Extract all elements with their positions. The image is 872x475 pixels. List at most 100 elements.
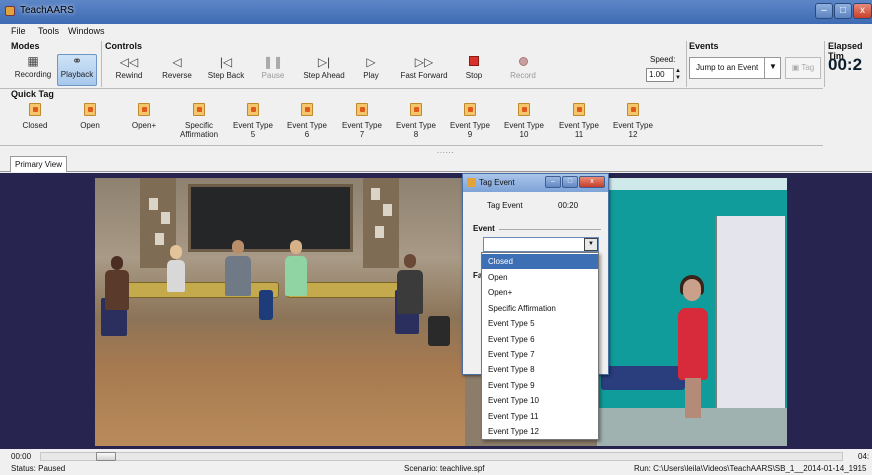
ceiling-lights — [597, 178, 787, 190]
tab-primary-view[interactable]: Primary View — [10, 156, 67, 172]
dropdown-option[interactable]: Event Type 5 — [482, 316, 598, 331]
tag-icon — [247, 103, 259, 116]
minimize-button[interactable]: – — [815, 3, 833, 19]
wall-note — [149, 198, 158, 210]
tag-event-time: 00:20 — [558, 201, 579, 210]
quick-tag-event-type-8[interactable]: Event Type 8 — [392, 103, 440, 139]
step-ahead-button[interactable]: ▷| Step Ahead — [297, 56, 351, 81]
dropdown-option[interactable]: Event Type 7 — [482, 347, 598, 362]
chalkboard — [188, 184, 353, 252]
play-button[interactable]: ▷ Play — [357, 56, 385, 81]
play-label: Play — [363, 71, 379, 80]
fast-forward-button[interactable]: ▷▷ Fast Forward — [395, 56, 453, 81]
tag-icon — [518, 103, 530, 116]
elapsed-time: 00:2 — [828, 55, 863, 74]
dropdown-option[interactable]: Event Type 12 — [482, 424, 598, 439]
jump-to-event-value: Jump to an Event — [696, 63, 759, 72]
toolbar-divider — [0, 88, 823, 89]
quick-tag-event-type-12[interactable]: Event Type 12 — [609, 103, 657, 139]
dropdown-option[interactable]: Event Type 8 — [482, 362, 598, 377]
quick-tag-event-type-5[interactable]: Event Type 5 — [229, 103, 277, 139]
student — [285, 256, 307, 296]
tag-icon — [29, 103, 41, 116]
tag-icon — [138, 103, 150, 116]
reverse-icon: ◁ — [172, 55, 182, 69]
dialog-title-bar: Tag Event – □ x — [463, 174, 608, 192]
divider — [101, 41, 102, 87]
recorded-video-view — [597, 178, 787, 446]
dropdown-option[interactable]: Event Type 9 — [482, 378, 598, 393]
backpack — [428, 316, 450, 346]
quick-tag-open[interactable]: Open — [66, 103, 114, 130]
tag-icon — [410, 103, 422, 116]
quick-tag-event-type-7[interactable]: Event Type 7 — [338, 103, 386, 139]
student — [397, 270, 423, 314]
rewind-button[interactable]: ◁◁ Rewind — [110, 56, 148, 81]
classroom-table — [123, 282, 279, 298]
dropdown-option[interactable]: Open+ — [482, 285, 598, 300]
events-label: Events — [689, 41, 719, 51]
dialog-close-button[interactable]: x — [579, 176, 605, 188]
dialog-minimize-button[interactable]: – — [545, 176, 561, 188]
event-combobox[interactable] — [483, 237, 599, 252]
timeline-scrubber[interactable] — [96, 452, 116, 461]
stop-button[interactable]: Stop — [460, 56, 488, 80]
dialog-title: Tag Event — [479, 178, 515, 187]
quick-tag-label-line1: Event Type — [613, 121, 653, 130]
timeline-start-time: 00:00 — [11, 452, 32, 461]
fast-forward-label: Fast Forward — [400, 71, 448, 80]
app-icon — [467, 178, 476, 187]
quick-tag-event-type-6[interactable]: Event Type 6 — [283, 103, 331, 139]
dropdown-option[interactable]: Specific Affirmation — [482, 301, 598, 316]
quick-tag-closed[interactable]: Closed — [11, 103, 59, 130]
quick-tag-label-line2: 7 — [359, 130, 365, 139]
backpack — [259, 290, 273, 320]
chevron-down-icon[interactable]: ▼ — [764, 57, 781, 79]
dropdown-option[interactable]: Event Type 10 — [482, 393, 598, 408]
record-button[interactable]: Record — [505, 56, 541, 80]
chairs — [601, 366, 685, 390]
dropdown-option[interactable]: Open — [482, 270, 598, 285]
classroom-simulation-view — [95, 178, 465, 446]
dropdown-option[interactable]: Closed — [482, 254, 598, 269]
recording-mode-button[interactable]: ▦ Recording — [11, 55, 55, 85]
tag-button[interactable]: ▣ Tag — [785, 57, 821, 79]
quick-tag-label-line1: Open — [80, 121, 100, 130]
quick-tag-event-type-11[interactable]: Event Type 11 — [555, 103, 603, 139]
maximize-button[interactable]: □ — [834, 3, 852, 19]
step-back-button[interactable]: |◁ Step Back — [203, 56, 249, 81]
dialog-maximize-button[interactable]: □ — [562, 176, 578, 188]
menu-file[interactable]: File — [11, 26, 26, 36]
quick-tag-event-type-10[interactable]: Event Type 10 — [500, 103, 548, 139]
quick-tag-label-line2: 10 — [519, 130, 529, 139]
pause-button[interactable]: ❚❚ Pause — [257, 56, 289, 81]
quick-tag-label: Quick Tag — [11, 89, 54, 99]
window-title: TeachAARS — [20, 5, 74, 16]
speed-spinner[interactable]: ▲ ▼ — [673, 68, 682, 82]
chevron-down-icon[interactable]: ▼ — [584, 238, 598, 251]
quick-tag-label-line1: Event Type — [342, 121, 382, 130]
timeline-scrollbar[interactable] — [40, 452, 843, 461]
tag-icon — [301, 103, 313, 116]
close-button[interactable]: x — [853, 3, 872, 19]
quick-tag-label-line1: Event Type — [287, 121, 327, 130]
dropdown-option[interactable]: Event Type 11 — [482, 409, 598, 424]
menu-bar: File Tools Windows — [0, 24, 872, 39]
menu-windows[interactable]: Windows — [68, 26, 105, 36]
playback-mode-button[interactable]: ⚭ Playback — [57, 54, 97, 86]
dropdown-option[interactable]: Event Type 6 — [482, 332, 598, 347]
glasses-icon: ⚭ — [71, 54, 83, 68]
pause-label: Pause — [261, 71, 285, 80]
quick-tag-event-type-9[interactable]: Event Type 9 — [446, 103, 494, 139]
quick-tag-label-line2: Affirmation — [179, 130, 219, 139]
student-head — [404, 254, 416, 268]
student — [105, 270, 129, 310]
tag-icon — [464, 103, 476, 116]
menu-tools[interactable]: Tools — [38, 26, 59, 36]
quick-tag-specific-affirmation[interactable]: Specific Affirmation — [175, 103, 223, 139]
tag-icon — [573, 103, 585, 116]
quick-tag-open-plus[interactable]: Open+ — [120, 103, 168, 130]
quick-tag-label-line1: Event Type — [233, 121, 273, 130]
reverse-button[interactable]: ◁ Reverse — [157, 55, 197, 81]
presenter-legs — [685, 378, 701, 418]
